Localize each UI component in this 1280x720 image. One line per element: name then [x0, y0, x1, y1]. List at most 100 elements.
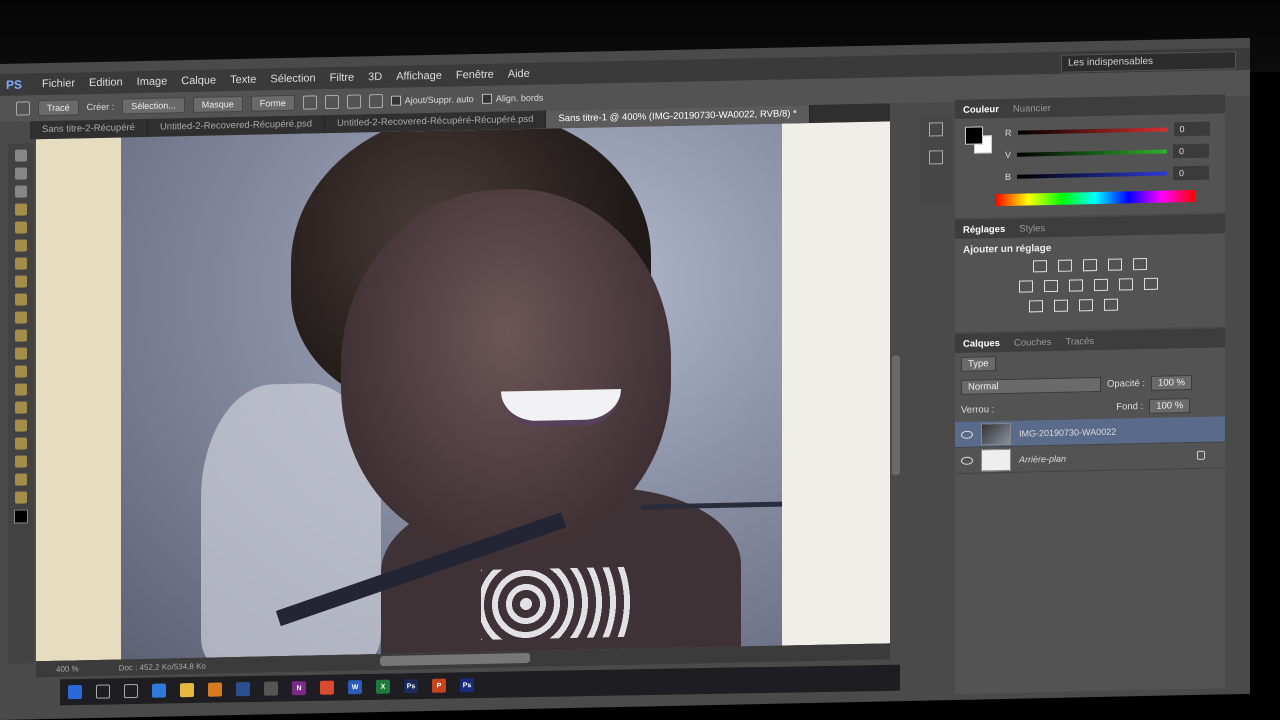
gradient-map-icon[interactable]	[1104, 298, 1118, 311]
blue-slider[interactable]: B 0	[1005, 165, 1215, 184]
powerpoint-icon[interactable]: P	[432, 678, 446, 693]
green-slider[interactable]: V 0	[1005, 143, 1215, 162]
shape-button[interactable]: Forme	[250, 94, 295, 112]
tab-styles[interactable]: Styles	[1019, 223, 1045, 235]
gradient-tool-icon[interactable]	[15, 347, 27, 360]
visibility-eye-icon[interactable]	[961, 430, 973, 439]
menu-filtre[interactable]: Filtre	[330, 72, 354, 85]
threshold-icon[interactable]	[1079, 299, 1093, 312]
document-size[interactable]: Doc : 452,2 Ko/534,8 Ko	[119, 661, 206, 672]
green-bar[interactable]	[1017, 149, 1168, 157]
auto-add-delete-checkbox[interactable]: Ajout/Suppr. auto	[390, 94, 474, 107]
menu-affichage[interactable]: Affichage	[396, 70, 442, 83]
photo-filter-icon[interactable]	[1094, 278, 1108, 292]
channel-mixer-icon[interactable]	[1119, 278, 1133, 291]
photoshop-icon[interactable]: Ps	[404, 679, 418, 694]
visibility-eye-icon[interactable]	[961, 456, 973, 465]
history-brush-tool-icon[interactable]	[15, 311, 27, 324]
vlc-icon[interactable]	[208, 682, 222, 697]
windows-start-icon[interactable]	[68, 684, 82, 700]
store-icon[interactable]	[264, 681, 278, 696]
type-tool-icon[interactable]	[15, 419, 27, 432]
blend-mode-select[interactable]: Normal	[961, 376, 1101, 395]
menu-3d[interactable]: 3D	[368, 71, 382, 83]
quick-selection-tool-icon[interactable]	[15, 203, 27, 216]
menu-fichier[interactable]: Fichier	[42, 77, 75, 90]
edge-icon[interactable]	[152, 683, 166, 698]
foreground-color-swatch[interactable]	[14, 509, 28, 524]
mode-select[interactable]: Tracé	[38, 99, 79, 117]
blur-tool-icon[interactable]	[15, 365, 27, 378]
crop-tool-icon[interactable]	[15, 221, 27, 234]
vertical-scrollbar[interactable]	[892, 355, 900, 476]
lock-options[interactable]	[1000, 407, 1110, 409]
menu-calque[interactable]: Calque	[181, 74, 216, 87]
zoom-tool-icon[interactable]	[15, 491, 27, 504]
curves-icon[interactable]	[1083, 259, 1097, 272]
menu-edition[interactable]: Edition	[89, 76, 123, 89]
menu-aide[interactable]: Aide	[508, 68, 530, 80]
task-view-icon[interactable]	[124, 683, 138, 699]
color-balance-icon[interactable]	[1044, 279, 1058, 293]
layer-filter-select[interactable]: Type	[961, 356, 996, 372]
gear-icon[interactable]	[368, 93, 383, 109]
outlook-icon[interactable]	[236, 682, 250, 697]
properties-panel-icon[interactable]	[929, 150, 943, 165]
workspace-select[interactable]: Les indispensables	[1061, 51, 1236, 73]
vibrance-icon[interactable]	[1133, 257, 1147, 271]
foreground-color[interactable]	[965, 126, 983, 145]
eraser-tool-icon[interactable]	[15, 329, 27, 342]
hand-tool-icon[interactable]	[15, 473, 27, 486]
green-value[interactable]: 0	[1173, 143, 1210, 159]
align-edges-checkbox[interactable]: Align. bords	[481, 92, 543, 105]
tab-couches[interactable]: Couches	[1014, 336, 1052, 348]
tab-nuancier[interactable]: Nuancier	[1013, 102, 1051, 114]
path-alignment-icon[interactable]	[324, 94, 339, 110]
onenote-icon[interactable]: N	[292, 681, 306, 696]
fill-field[interactable]: 100 %	[1149, 398, 1191, 414]
brightness-contrast-icon[interactable]	[1033, 260, 1047, 273]
posterize-icon[interactable]	[1054, 299, 1068, 312]
blue-bar[interactable]	[1017, 171, 1168, 179]
red-slider[interactable]: R 0	[1005, 121, 1215, 140]
path-operations-icon[interactable]	[302, 95, 317, 110]
tab-reglages[interactable]: Réglages	[963, 223, 1005, 235]
exposure-icon[interactable]	[1108, 258, 1122, 271]
invert-icon[interactable]	[1029, 300, 1043, 313]
blue-value[interactable]: 0	[1173, 165, 1210, 181]
portrait-photo[interactable]	[121, 123, 782, 660]
color-lookup-icon[interactable]	[1144, 277, 1158, 291]
eyedropper-tool-icon[interactable]	[15, 239, 27, 252]
path-selection-tool-icon[interactable]	[15, 437, 27, 450]
shape-tool-icon[interactable]	[15, 455, 27, 468]
zoom-level[interactable]: 400 %	[56, 664, 79, 673]
dodge-tool-icon[interactable]	[15, 383, 27, 396]
menu-fenetre[interactable]: Fenêtre	[456, 69, 494, 82]
lasso-tool-icon[interactable]	[15, 185, 27, 198]
file-explorer-icon[interactable]	[180, 682, 194, 698]
word-icon[interactable]: W	[348, 680, 362, 695]
clone-stamp-tool-icon[interactable]	[15, 293, 27, 306]
menu-selection[interactable]: Sélection	[270, 72, 315, 85]
excel-icon[interactable]: X	[376, 679, 390, 694]
search-icon[interactable]	[96, 684, 110, 699]
brush-tool-icon[interactable]	[15, 275, 27, 288]
layer-background[interactable]: Arrière-plan	[955, 442, 1225, 474]
tab-calques[interactable]: Calques	[963, 338, 1000, 350]
mask-button[interactable]: Masque	[192, 95, 243, 113]
foreground-background-swatch[interactable]	[965, 126, 993, 155]
black-white-icon[interactable]	[1069, 279, 1083, 292]
menu-texte[interactable]: Texte	[230, 74, 256, 87]
red-bar[interactable]	[1017, 127, 1168, 135]
red-value[interactable]: 0	[1173, 121, 1210, 137]
hue-saturation-icon[interactable]	[1019, 280, 1033, 293]
photoshop-active-icon[interactable]: Ps	[460, 678, 474, 693]
levels-icon[interactable]	[1058, 259, 1072, 272]
opacity-field[interactable]: 100 %	[1151, 375, 1192, 391]
pen-tool-icon[interactable]	[16, 101, 30, 116]
selection-button[interactable]: Sélection...	[122, 97, 185, 115]
move-tool-icon[interactable]	[15, 149, 27, 162]
chrome-icon[interactable]	[320, 680, 334, 695]
marquee-tool-icon[interactable]	[15, 167, 27, 180]
tab-couleur[interactable]: Couleur	[963, 104, 999, 116]
